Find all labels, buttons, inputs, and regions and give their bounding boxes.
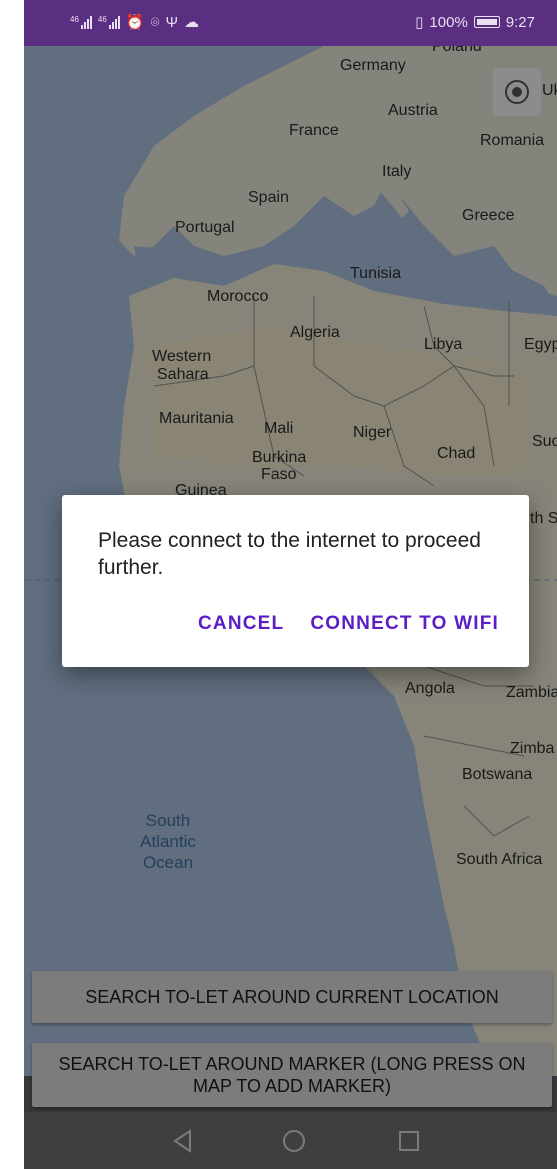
connect-to-wifi-button[interactable]: CONNECT TO WIFI bbox=[310, 613, 499, 635]
status-icons-right: ▯ 100% 9:27 bbox=[415, 13, 535, 32]
battery-icon bbox=[473, 16, 500, 28]
dialog-actions: CANCEL CONNECT TO WIFI bbox=[198, 613, 499, 635]
dialog-message: Please connect to the internet to procee… bbox=[98, 529, 481, 579]
vibrate-icon: ▯ bbox=[415, 14, 424, 31]
status-icons-left: 46 46 ⏰ ⌾ Ψ ☁ bbox=[70, 13, 200, 32]
phone-screen: Poland Germany Austria France Romania Uk… bbox=[24, 0, 557, 1169]
cancel-button[interactable]: CANCEL bbox=[198, 613, 284, 635]
location-icon: ⌾ bbox=[150, 13, 160, 31]
cloud-icon: ☁ bbox=[184, 14, 200, 31]
battery-percent: 100% bbox=[429, 13, 468, 31]
signal-icon-2: 46 bbox=[98, 15, 120, 29]
no-internet-dialog: Please connect to the internet to procee… bbox=[62, 495, 529, 667]
signal-icon-1: 46 bbox=[70, 15, 92, 29]
status-bar: 46 46 ⏰ ⌾ Ψ ☁ ▯ 100% 9:27 bbox=[24, 0, 557, 46]
clock-time: 9:27 bbox=[505, 13, 535, 31]
usb-icon: Ψ bbox=[165, 13, 179, 31]
alarm-icon: ⏰ bbox=[125, 14, 145, 31]
